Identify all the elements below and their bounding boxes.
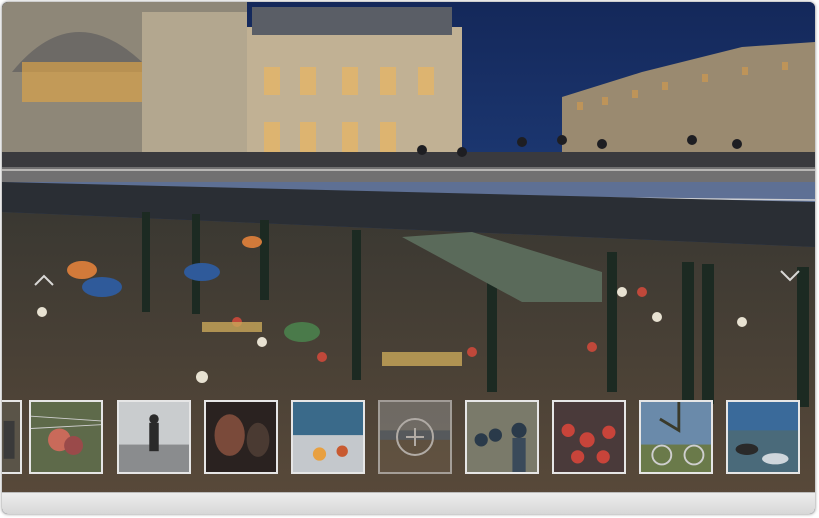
image-viewer: [2, 2, 815, 514]
chevron-down-icon: [780, 270, 800, 282]
thumbnail-faces-dark[interactable]: [204, 400, 278, 474]
prev-image-button[interactable]: [32, 268, 56, 292]
thumbnail-crowd-police[interactable]: [465, 400, 539, 474]
thumbnail-station-square[interactable]: [378, 400, 452, 474]
thumbnail-strip: [2, 398, 815, 480]
thumbnail-barbed-wire-family[interactable]: [29, 400, 103, 474]
viewer-footer-bar: [2, 492, 815, 514]
thumbnail-sea-rocks[interactable]: [726, 400, 800, 474]
plus-circle-icon[interactable]: [396, 418, 434, 456]
thumbnail-partial[interactable]: [2, 400, 22, 474]
thumbnail-fire-night[interactable]: [291, 400, 365, 474]
chevron-up-icon: [34, 274, 54, 286]
thumbnail-person-in-rain[interactable]: [117, 400, 191, 474]
thumbnail-bicycle-tree[interactable]: [639, 400, 713, 474]
thumbnail-crowd-red[interactable]: [552, 400, 626, 474]
next-image-button[interactable]: [778, 264, 802, 288]
